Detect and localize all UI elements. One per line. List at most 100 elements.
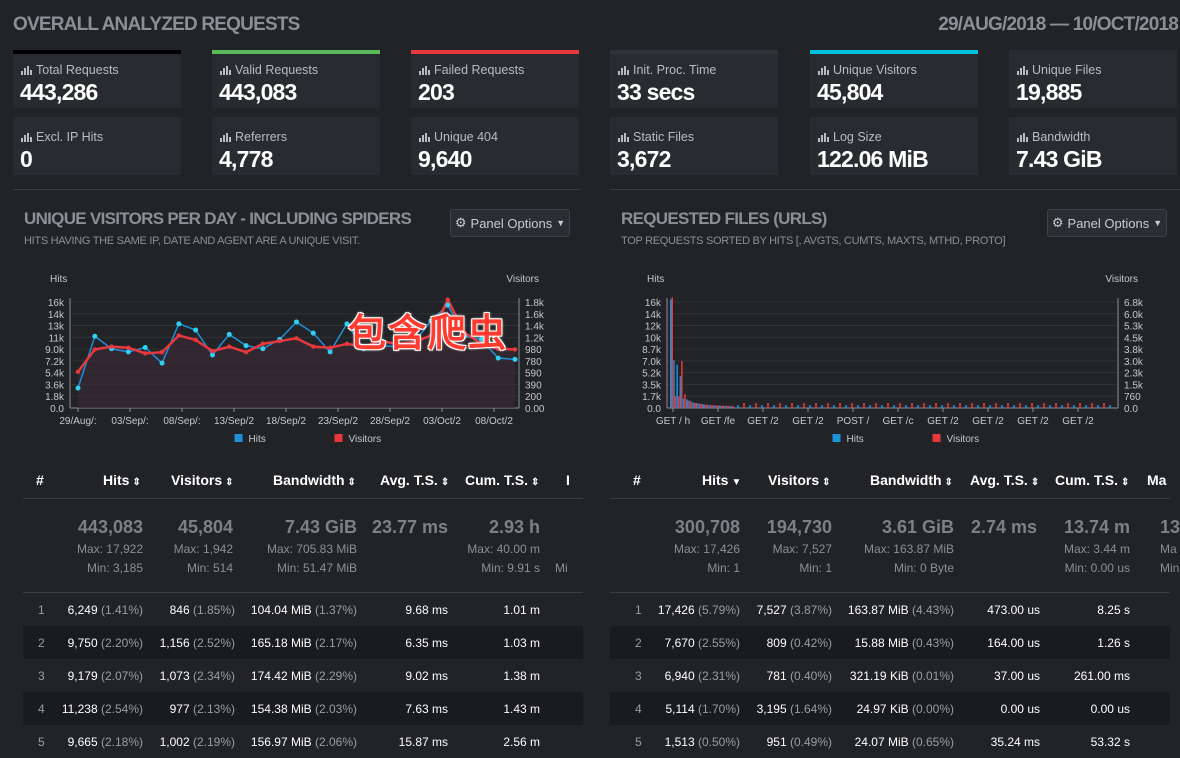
sort-icon[interactable]: ⇕ (132, 477, 140, 488)
y2-tick-label: 780 (525, 357, 542, 368)
tail-bar (881, 405, 883, 408)
table-row[interactable]: 4 5,114 (1.70%) 3,195 (1.64%) 24.97 KiB (0.… (610, 692, 1170, 725)
sort-icon[interactable]: ⇕ (822, 477, 830, 488)
column-header[interactable]: Visitors ⇕ (768, 472, 831, 488)
column-header[interactable]: Cum. T.S. ⇕ (465, 472, 539, 488)
x-tick-label: GET /2 (792, 416, 824, 427)
hits-point (142, 345, 148, 351)
cell-value: 104.04 MiB (250, 603, 312, 617)
cell-value: 2.56 m (503, 735, 540, 749)
bar-chart-icon (1017, 132, 1028, 142)
cell-value: 6,249 (67, 603, 98, 617)
table-row[interactable]: 5 9,665 (2.18%) 1,002 (2.19%) 156.97 MiB (2… (23, 725, 583, 758)
table-cell: 977 (2.13%) (170, 702, 235, 716)
bar-chart-icon (1017, 65, 1028, 75)
column-header[interactable]: Avg. T.S. ⇕ (380, 472, 449, 488)
tail-bar (803, 403, 805, 408)
column-header[interactable]: Ma (1147, 472, 1166, 488)
summary-total: 300,708 (674, 517, 740, 537)
cell-value: 5 (38, 735, 45, 749)
hits-bar (698, 403, 701, 408)
stat-value: 3,672 (617, 146, 671, 172)
column-header[interactable]: Cum. T.S. ⇕ (1055, 472, 1129, 488)
visitors-point (277, 338, 282, 344)
right-panel-options-button[interactable]: ⚙ Panel Options ▼ (1047, 209, 1167, 237)
table-row[interactable]: 3 9,179 (2.07%) 1,073 (2.34%) 174.42 MiB (2… (23, 659, 583, 692)
tail-bar (935, 403, 937, 408)
table-row[interactable]: 2 9,750 (2.20%) 1,156 (2.52%) 165.18 MiB (2… (23, 626, 583, 659)
table-cell: 1.26 s (1097, 636, 1130, 650)
table-row[interactable]: 5 1,513 (0.50%) 951 (0.49%) 24.07 MiB (0.65… (610, 725, 1170, 758)
table-row[interactable]: 3 6,940 (2.31%) 781 (0.40%) 321.19 KiB (0.0… (610, 659, 1170, 692)
cell-percent: (1.70%) (697, 702, 740, 716)
column-header[interactable]: Bandwidth ⇕ (273, 472, 356, 488)
cell-value: 15.88 MiB (854, 636, 909, 650)
table-row[interactable]: 4 11,238 (2.54%) 977 (2.13%) 154.38 MiB (2.… (23, 692, 583, 725)
stat-card: Unique Files 19,885 (1009, 50, 1177, 108)
visitors-bar (687, 400, 689, 408)
x-tick-label: GET /2 (1017, 416, 1049, 427)
column-header[interactable]: Visitors ⇕ (171, 472, 234, 488)
tail-bar (947, 403, 949, 408)
sort-icon[interactable]: ⇕ (441, 477, 449, 488)
y-tick-label: 14k (48, 310, 65, 321)
table-row[interactable]: 1 6,249 (1.41%) 846 (1.85%) 104.04 MiB (1.3… (23, 593, 583, 626)
column-header[interactable]: Bandwidth ⇕ (870, 472, 953, 488)
summary-min: Min: 1 (707, 561, 740, 575)
visitors-bar (690, 402, 693, 408)
column-header[interactable]: Hits ▼ (702, 472, 741, 488)
cell-value: 5 (635, 735, 642, 749)
cell-value: 3 (38, 669, 45, 683)
cell-percent: (2.03%) (314, 702, 357, 716)
hits-bar (682, 398, 685, 408)
sort-icon[interactable]: ⇕ (945, 477, 953, 488)
stat-card: Init. Proc. Time 33 secs (610, 50, 778, 108)
table-cell: 261.00 ms (1074, 669, 1130, 683)
visitors-bar (677, 396, 680, 408)
sort-icon[interactable]: ⇕ (225, 477, 233, 488)
cell-percent: (2.06%) (314, 735, 357, 749)
cell-percent: (0.01%) (911, 669, 954, 683)
sort-icon[interactable]: ⇕ (1121, 477, 1129, 488)
table-cell: 1,002 (2.19%) (160, 735, 235, 749)
hits-bar (702, 404, 704, 408)
table-cell: 163.87 MiB (4.43%) (848, 603, 954, 617)
cell-value: 951 (766, 735, 787, 749)
tail-bar (785, 405, 787, 408)
cell-percent: (2.19%) (192, 735, 235, 749)
sort-icon[interactable]: ⇕ (1031, 477, 1039, 488)
summary-min: Min: 51.47 MiB (276, 561, 357, 575)
table-row[interactable]: 1 17,426 (5.79%) 7,527 (3.87%) 163.87 MiB (… (610, 593, 1170, 626)
y-tick-label: 0.0 (647, 404, 661, 415)
caret-down-icon: ▼ (556, 218, 566, 228)
table-cell: 781 (0.40%) (767, 669, 832, 683)
hits-bar (689, 400, 691, 408)
table-cell: 9.68 ms (405, 603, 448, 617)
left-panel-options-button[interactable]: ⚙ Panel Options ▼ (450, 209, 570, 237)
sort-icon[interactable]: ⇕ (348, 477, 356, 488)
table-row[interactable]: 2 7,670 (2.55%) 809 (0.42%) 15.88 MiB (0.43… (610, 626, 1170, 659)
bar-chart-icon (220, 132, 231, 142)
sort-desc-icon[interactable]: ▼ (731, 477, 741, 488)
column-header[interactable]: I (566, 472, 570, 488)
y-tick-label: 16k (645, 298, 662, 309)
panel-options-label: Panel Options (1067, 215, 1150, 231)
table-cell: 156.97 MiB (2.06%) (251, 735, 357, 749)
y-tick-label: 7.2k (45, 357, 65, 368)
y2-tick-label: 5.3k (1124, 322, 1144, 333)
summary-max: Max: 163.87 MiB (863, 542, 954, 556)
column-header[interactable]: Hits ⇕ (103, 472, 141, 488)
x-tick-label: 13/Sep/2 (214, 416, 254, 427)
visitors-point (260, 341, 266, 347)
table-cell: 7,670 (2.55%) (665, 636, 740, 650)
cell-value: 2 (38, 636, 45, 650)
sort-icon[interactable]: ⇕ (531, 477, 539, 488)
hits-bar (708, 405, 710, 408)
table-cell: 6.35 ms (405, 636, 448, 650)
column-header-label: Cum. T.S. (465, 472, 529, 488)
column-header[interactable]: Avg. T.S. ⇕ (970, 472, 1039, 488)
table-cell: 174.42 MiB (2.29%) (251, 669, 357, 683)
stat-card: Failed Requests 203 (411, 50, 579, 108)
y-axis-label: Hits (647, 274, 664, 285)
table-cell: 9,665 (2.18%) (68, 735, 143, 749)
